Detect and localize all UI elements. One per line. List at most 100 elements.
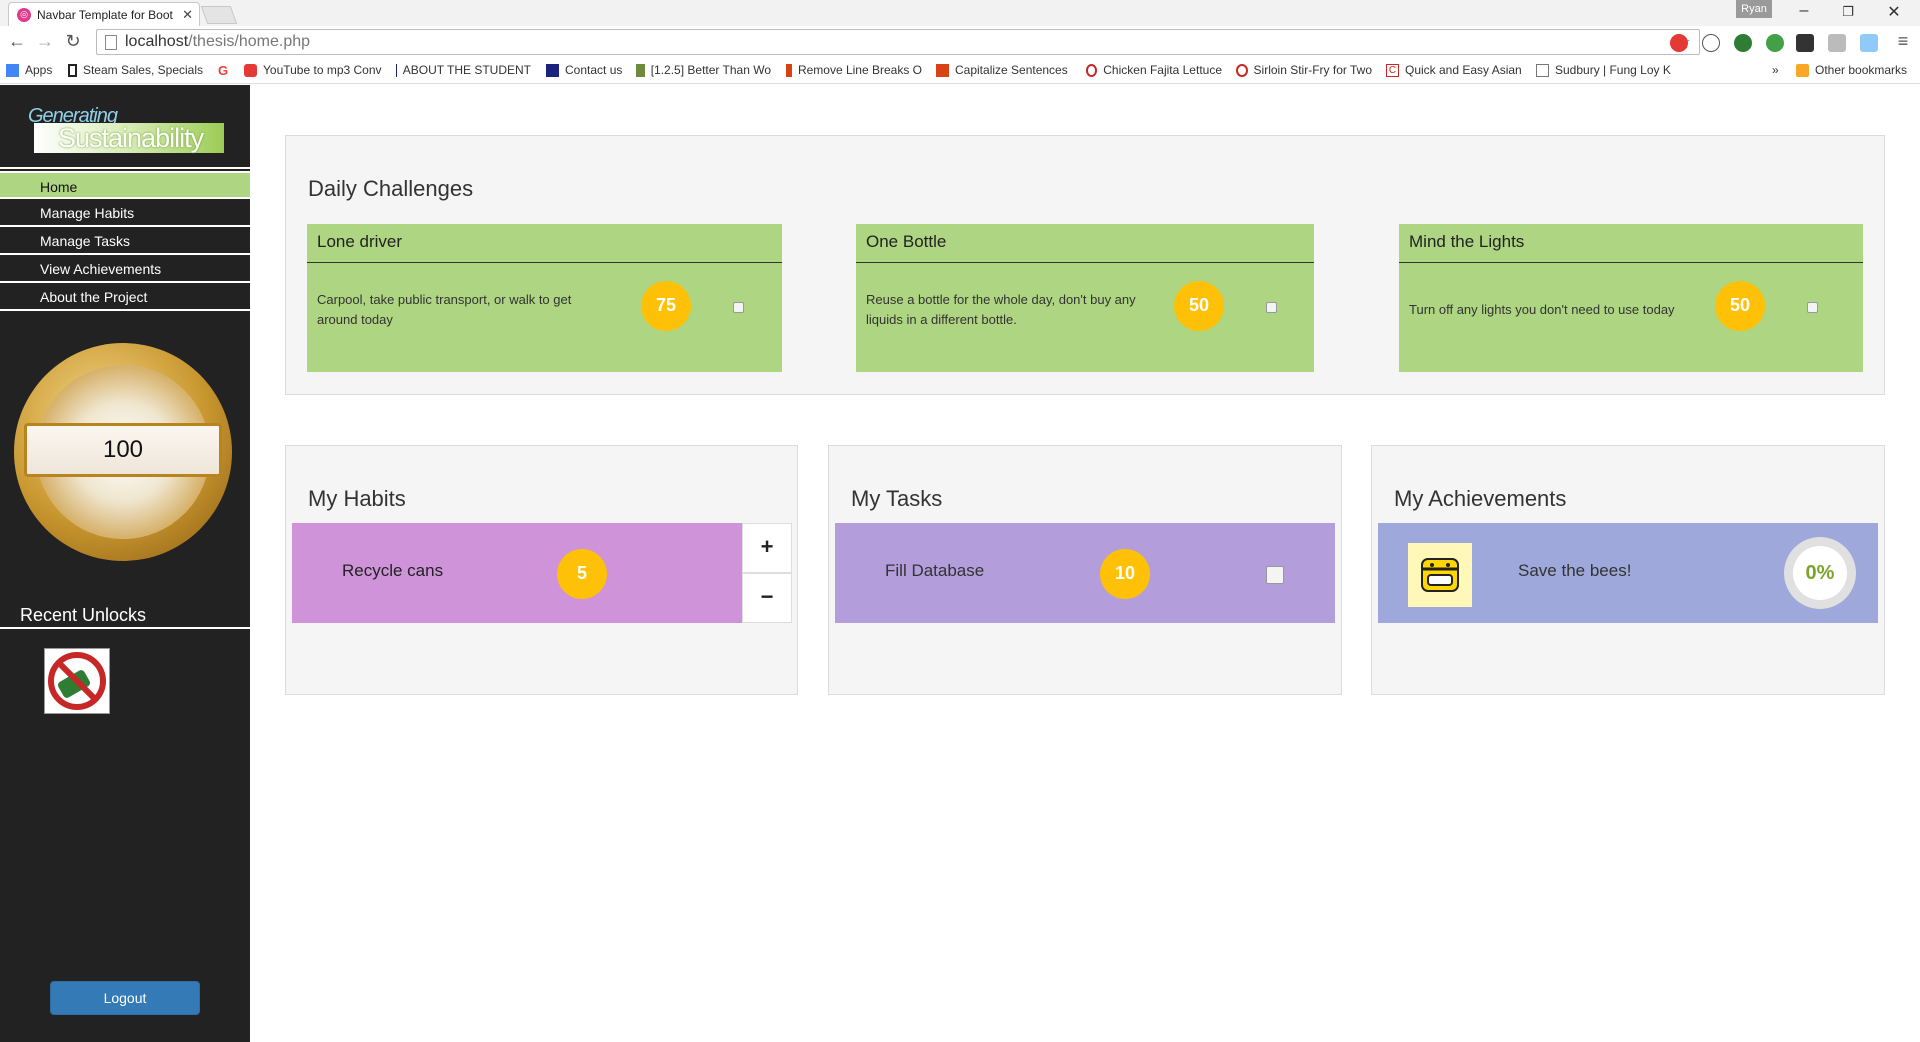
url-host: localhost bbox=[125, 33, 189, 50]
steam-icon bbox=[68, 63, 77, 77]
task-row: Fill Database 10 bbox=[835, 523, 1335, 623]
bookmark-sudbury[interactable]: Sudbury | Fung Loy K bbox=[1536, 63, 1672, 77]
site-logo[interactable]: Generating Sustainability bbox=[28, 105, 228, 157]
sidebar-item-manage-tasks[interactable]: Manage Tasks bbox=[0, 227, 250, 255]
challenge-complete-checkbox[interactable] bbox=[733, 302, 744, 313]
habit-row: Recycle cans 5 + − bbox=[292, 523, 792, 623]
bookmarks-overflow-button[interactable]: » bbox=[1772, 63, 1779, 77]
habit-decrement-button[interactable]: − bbox=[742, 573, 792, 623]
extension-icon-2[interactable] bbox=[1828, 34, 1846, 52]
url-path: /thesis/home.php bbox=[188, 33, 311, 50]
text-tool-icon bbox=[936, 63, 949, 77]
achievement-row[interactable]: Save the bees! 0% bbox=[1378, 523, 1878, 623]
task-complete-checkbox[interactable] bbox=[1266, 566, 1284, 584]
bookmark-label: Contact us bbox=[565, 63, 623, 77]
habit-increment-button[interactable]: + bbox=[742, 523, 792, 573]
shield-icon bbox=[546, 63, 559, 77]
daily-challenges-panel: Daily Challenges Lone driver Carpool, ta… bbox=[285, 135, 1885, 395]
challenge-card: Lone driver Carpool, take public transpo… bbox=[307, 224, 782, 372]
recent-unlocks-title: Recent Unlocks bbox=[20, 605, 147, 625]
google-icon: G bbox=[218, 63, 229, 76]
restore-icon[interactable]: ❐ bbox=[1838, 4, 1858, 20]
s-extension-icon[interactable] bbox=[1796, 34, 1814, 52]
menu-icon[interactable]: ≡ bbox=[1892, 31, 1914, 52]
close-tab-icon[interactable]: ✕ bbox=[182, 7, 193, 23]
bookmark-capitalize[interactable]: Capitalize Sentences bbox=[936, 63, 1072, 77]
browser-toolbar: ← → ↻ localhost/thesis/home.php ☆ ≡ bbox=[0, 26, 1920, 58]
sidebar-item-about[interactable]: About the Project bbox=[0, 283, 250, 311]
habit-points-badge: 5 bbox=[557, 549, 607, 599]
sidebar-menu: Home Manage Habits Manage Tasks View Ach… bbox=[0, 171, 250, 311]
challenge-card: One Bottle Reuse a bottle for the whole … bbox=[856, 224, 1314, 372]
bookmark-contact[interactable]: Contact us bbox=[546, 63, 622, 77]
challenge-divider bbox=[856, 262, 1314, 263]
challenge-complete-checkbox[interactable] bbox=[1807, 302, 1818, 313]
tab-favicon-icon: ◎ bbox=[17, 7, 31, 22]
achievement-progress-value: 0% bbox=[1793, 546, 1847, 600]
page-icon bbox=[105, 34, 117, 50]
cast-extension-icon[interactable] bbox=[1860, 34, 1878, 52]
challenge-divider bbox=[1399, 262, 1863, 263]
browser-tab-strip: ◎ Navbar Template for Boot ✕ Ryan – ❐ ✕ bbox=[0, 0, 1920, 26]
forward-icon[interactable]: → bbox=[34, 31, 56, 52]
task-name: Fill Database bbox=[885, 561, 985, 580]
points-total: 100 bbox=[24, 423, 222, 477]
extension-icon[interactable] bbox=[1702, 34, 1720, 52]
folder-icon bbox=[1796, 63, 1809, 77]
bookmark-about-student[interactable]: ABOUT THE STUDENT bbox=[396, 63, 531, 77]
my-habits-panel: My Habits Recycle cans 5 + − bbox=[285, 445, 798, 695]
bookmark-better-than-wolves[interactable]: [1.2.5] Better Than Wo bbox=[636, 63, 771, 77]
text-tool-icon bbox=[786, 63, 792, 77]
bookmark-label: Quick and Easy Asian bbox=[1405, 63, 1522, 77]
challenge-title: One Bottle bbox=[866, 232, 947, 251]
bookmark-youtube-mp3[interactable]: YouTube to mp3 Conv bbox=[244, 63, 384, 77]
sidebar-item-home[interactable]: Home bbox=[0, 171, 250, 199]
challenge-title: Lone driver bbox=[317, 232, 403, 251]
other-bookmarks[interactable]: Other bookmarks bbox=[1796, 63, 1907, 77]
close-window-icon[interactable]: ✕ bbox=[1884, 2, 1904, 22]
bookmark-label: Capitalize Sentences bbox=[955, 63, 1068, 77]
evernote-extension-icon[interactable] bbox=[1766, 34, 1784, 52]
new-tab-button[interactable] bbox=[200, 6, 238, 24]
bookmarks-bar: Apps Steam Sales, Specials G YouTube to … bbox=[0, 58, 1920, 84]
bookmark-apps[interactable]: Apps bbox=[6, 63, 52, 77]
tab-title: Navbar Template for Boot bbox=[37, 7, 173, 22]
sidebar-item-manage-habits[interactable]: Manage Habits bbox=[0, 199, 250, 227]
address-bar[interactable]: localhost/thesis/home.php ☆ bbox=[96, 29, 1700, 55]
challenge-description: Turn off any lights you don't need to us… bbox=[1409, 302, 1675, 317]
apps-grid-icon bbox=[6, 63, 19, 77]
recent-divider bbox=[0, 627, 250, 629]
challenge-description: Reuse a bottle for the whole day, don't … bbox=[866, 292, 1136, 327]
bookmark-label: Sudbury | Fung Loy K bbox=[1555, 63, 1671, 77]
bookmark-steam[interactable]: Steam Sales, Specials bbox=[68, 63, 203, 77]
reload-icon[interactable]: ↻ bbox=[62, 31, 84, 52]
my-achievements-panel: My Achievements Save the bees! 0% bbox=[1371, 445, 1885, 695]
achievement-name: Save the bees! bbox=[1518, 561, 1632, 580]
bookmark-google[interactable]: G bbox=[218, 63, 237, 76]
minimize-icon[interactable]: – bbox=[1794, 2, 1814, 20]
bookmark-chicken-fajita[interactable]: Chicken Fajita Lettuce bbox=[1086, 63, 1222, 77]
pushbullet-extension-icon[interactable] bbox=[1734, 34, 1752, 52]
bookmark-asian[interactable]: C Quick and Easy Asian bbox=[1386, 63, 1522, 77]
habit-name: Recycle cans bbox=[342, 561, 444, 580]
logout-button[interactable]: Logout bbox=[50, 981, 200, 1015]
my-tasks-title: My Tasks bbox=[851, 486, 943, 511]
challenge-points-badge: 50 bbox=[1174, 281, 1224, 331]
profile-button[interactable]: Ryan bbox=[1736, 0, 1772, 18]
document-icon bbox=[1536, 63, 1549, 77]
bookmark-label: ABOUT THE STUDENT bbox=[402, 63, 531, 77]
challenge-points-badge: 75 bbox=[641, 281, 691, 331]
grass-block-icon bbox=[636, 63, 645, 77]
youtube-icon bbox=[244, 63, 257, 77]
browser-tab[interactable]: ◎ Navbar Template for Boot ✕ bbox=[8, 2, 200, 26]
bookmark-remove-line-breaks[interactable]: Remove Line Breaks O bbox=[786, 63, 922, 77]
recipe-site-icon bbox=[1236, 63, 1248, 77]
bookmark-label: Steam Sales, Specials bbox=[82, 63, 203, 77]
sidebar-item-view-achievements[interactable]: View Achievements bbox=[0, 255, 250, 283]
opera-extension-icon[interactable] bbox=[1670, 34, 1688, 52]
challenge-complete-checkbox[interactable] bbox=[1266, 302, 1277, 313]
no-littering-achievement-icon[interactable] bbox=[44, 648, 110, 714]
bookmark-sirloin[interactable]: Sirloin Stir-Fry for Two bbox=[1236, 63, 1372, 77]
back-icon[interactable]: ← bbox=[6, 31, 28, 52]
my-habits-title: My Habits bbox=[308, 486, 406, 511]
